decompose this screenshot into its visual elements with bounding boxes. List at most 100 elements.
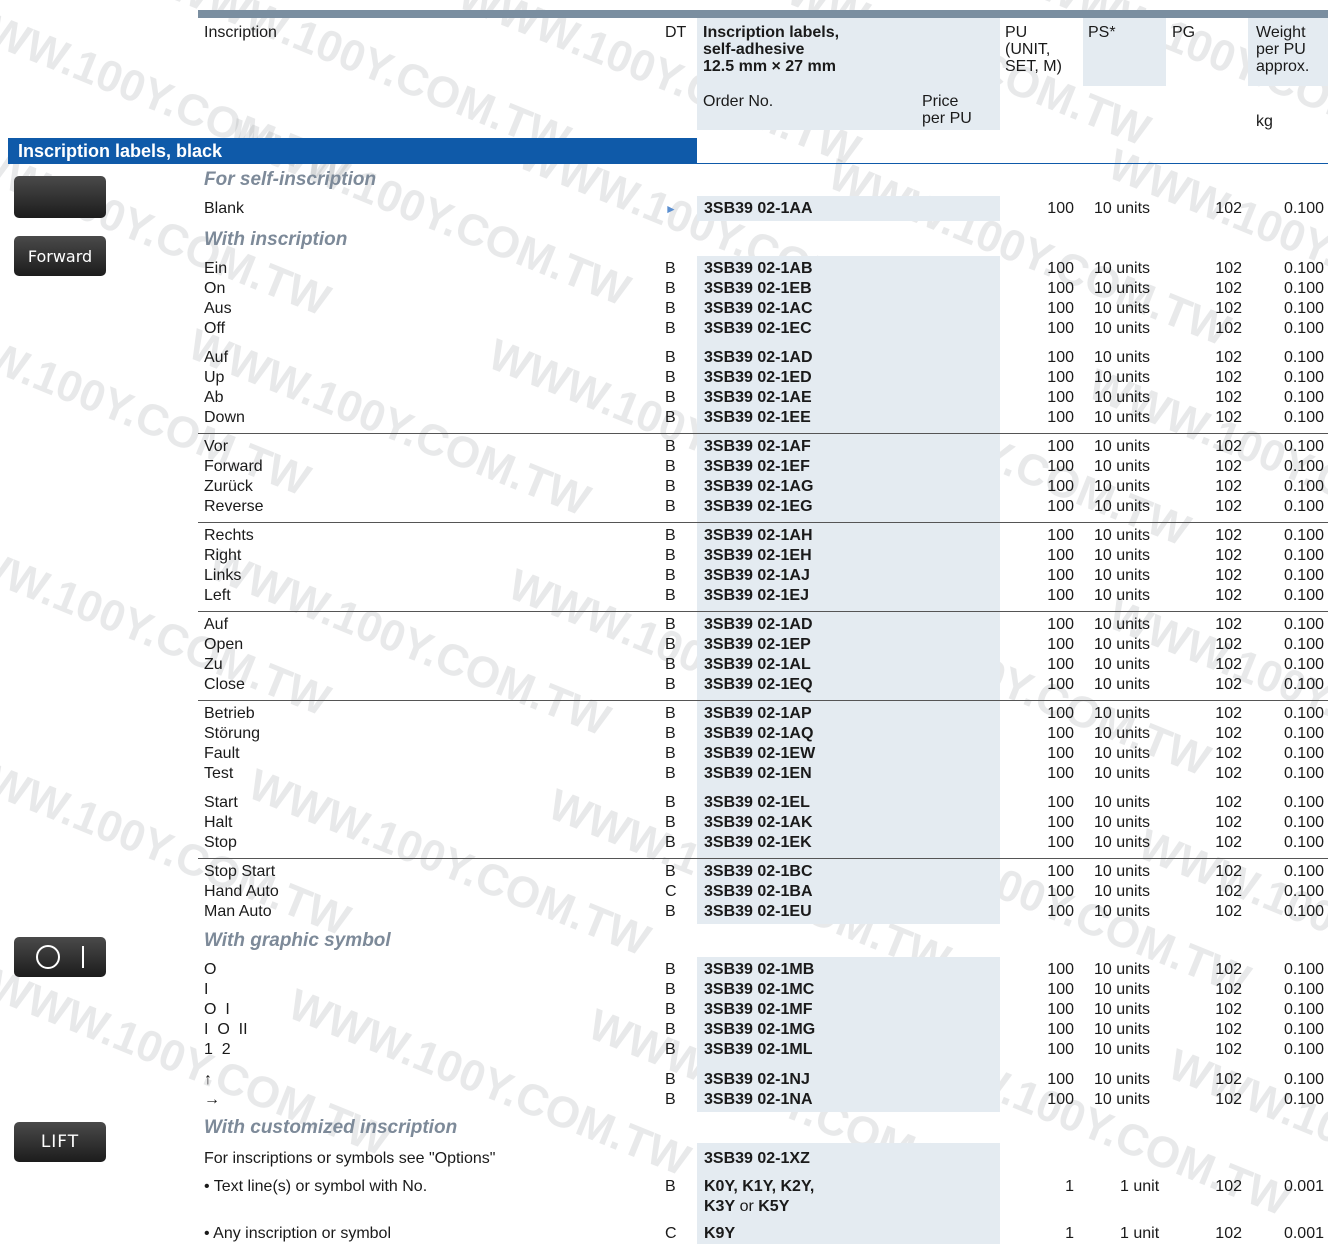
row-pu: 100 (1047, 1021, 1074, 1038)
row-weight: 0.100 (1283, 1001, 1324, 1018)
row-pu: 100 (1047, 725, 1074, 742)
row-ps: 10 units (1094, 1041, 1151, 1058)
row-order-no: 3SB39 02-1EE (704, 409, 811, 426)
row-weight: 0.100 (1283, 320, 1324, 337)
row-order-no: 3SB39 02-1AD (704, 616, 813, 633)
table-row: Störung B 3SB39 02-1AQ 100 10 units 102 0.100 (0, 724, 1328, 744)
table-row: Down B 3SB39 02-1EE 100 10 units 102 0.100 (0, 408, 1328, 428)
row-dt: B (665, 745, 676, 762)
row-inscription: On (204, 280, 226, 297)
row-ps: 10 units (1094, 676, 1151, 693)
row-pg: 102 (1215, 1091, 1242, 1108)
row-dt: B (665, 765, 676, 782)
row-dt: B (665, 725, 676, 742)
custom-line1-dt: B (665, 1178, 676, 1195)
row-dt: B (665, 794, 676, 811)
table-row: Zu B 3SB39 02-1AL 100 10 units 102 0.100 (0, 655, 1328, 675)
table-row: Off B 3SB39 02-1EC 100 10 units 102 0.100 (0, 319, 1328, 339)
row-pu: 100 (1047, 478, 1074, 495)
row-ps: 10 units (1094, 280, 1151, 297)
row-ps: 10 units (1094, 300, 1151, 317)
row-weight: 0.100 (1283, 567, 1324, 584)
row-order-no: 3SB39 02-1AB (704, 260, 813, 277)
custom-line2-ps: 1 unit (1120, 1225, 1160, 1242)
row-dt: B (665, 1071, 676, 1088)
table-row: Open B 3SB39 02-1EP 100 10 units 102 0.100 (0, 635, 1328, 655)
row-pu: 100 (1047, 814, 1074, 831)
custom-line1-order-a: K0Y, K1Y, K2Y, (704, 1178, 815, 1195)
table-row: Stop Start B 3SB39 02-1BC 100 10 units 102 0.1… (0, 862, 1328, 882)
row-pg: 102 (1215, 438, 1242, 455)
row-order-no: 3SB39 02-1EF (704, 458, 810, 475)
row-weight: 0.100 (1283, 587, 1324, 604)
row-pg: 102 (1215, 981, 1242, 998)
row-pg: 102 (1215, 547, 1242, 564)
custom-note: For inscriptions or symbols see "Options… (204, 1150, 496, 1167)
row-order-no: 3SB39 02-1EL (704, 794, 810, 811)
row-pg: 102 (1215, 656, 1242, 673)
row-ps: 10 units (1094, 863, 1151, 880)
row-inscription: Blank (204, 200, 245, 217)
row-dt: B (665, 656, 676, 673)
row-ps: 10 units (1094, 369, 1151, 386)
order-k5y: K5Y (758, 1198, 790, 1215)
row-dt: B (665, 458, 676, 475)
row-pu: 100 (1047, 1071, 1074, 1088)
table-row: Reverse B 3SB39 02-1EG 100 10 units 102 0.100 (0, 497, 1328, 517)
row-weight: 0.100 (1283, 1041, 1324, 1058)
row-pg: 102 (1215, 745, 1242, 762)
row-weight: 0.100 (1283, 409, 1324, 426)
row-pg: 102 (1215, 320, 1242, 337)
row-order-no: 3SB39 02-1AK (704, 814, 813, 831)
row-weight: 0.100 (1283, 863, 1324, 880)
row-ps: 10 units (1094, 547, 1151, 564)
row-pu: 100 (1047, 280, 1074, 297)
row-weight: 0.100 (1283, 438, 1324, 455)
row-pg: 102 (1215, 300, 1242, 317)
row-inscription: Open (204, 636, 244, 653)
row-inscription: Störung (204, 725, 261, 742)
row-order-no: 3SB39 02-1EQ (704, 676, 813, 693)
row-dt: B (665, 1041, 676, 1058)
row-inscription: Ab (204, 389, 224, 406)
row-weight: 0.100 (1283, 794, 1324, 811)
row-inscription: Betrieb (204, 705, 255, 722)
row-inscription: O (204, 961, 217, 978)
row-weight: 0.100 (1283, 981, 1324, 998)
row-order-no: 3SB39 02-1AQ (704, 725, 814, 742)
row-ps: 10 units (1094, 409, 1151, 426)
row-weight: 0.100 (1283, 1021, 1324, 1038)
row-ps: 10 units (1094, 903, 1151, 920)
row-dt: B (665, 389, 676, 406)
row-pu: 100 (1047, 961, 1074, 978)
row-ps: 10 units (1094, 705, 1151, 722)
row-dt: B (665, 834, 676, 851)
row-pu: 100 (1047, 981, 1074, 998)
row-pu: 100 (1047, 863, 1074, 880)
row-ps: 10 units (1094, 587, 1151, 604)
row-dt: B (665, 260, 676, 277)
row-pg: 102 (1215, 587, 1242, 604)
row-ps: 10 units (1094, 1001, 1151, 1018)
row-weight: 0.100 (1283, 498, 1324, 515)
row-weight: 0.100 (1283, 636, 1324, 653)
row-pg: 102 (1215, 1071, 1242, 1088)
row-inscription: Man Auto (204, 903, 272, 920)
row-weight: 0.100 (1283, 656, 1324, 673)
table-row: Aus B 3SB39 02-1AC 100 10 units 102 0.100 (0, 299, 1328, 319)
row-order-no: 3SB39 02-1EJ (704, 587, 809, 604)
row-pu: 100 (1047, 389, 1074, 406)
row-inscription: Halt (204, 814, 233, 831)
table-row: I O II B 3SB39 02-1MG 100 10 units 102 0.100 (0, 1020, 1328, 1040)
row-inscription: Links (204, 567, 242, 584)
row-ps: 10 units (1094, 567, 1151, 584)
row-order-no: 3SB39 02-1AL (704, 656, 811, 673)
row-pu: 100 (1047, 200, 1074, 217)
row-ps: 10 units (1094, 200, 1151, 217)
row-pg: 102 (1215, 369, 1242, 386)
table-row: Right B 3SB39 02-1EH 100 10 units 102 0.100 (0, 546, 1328, 566)
row-ps: 10 units (1094, 981, 1151, 998)
row-pu: 100 (1047, 794, 1074, 811)
row-dt: B (665, 1001, 676, 1018)
row-pg: 102 (1215, 1001, 1242, 1018)
